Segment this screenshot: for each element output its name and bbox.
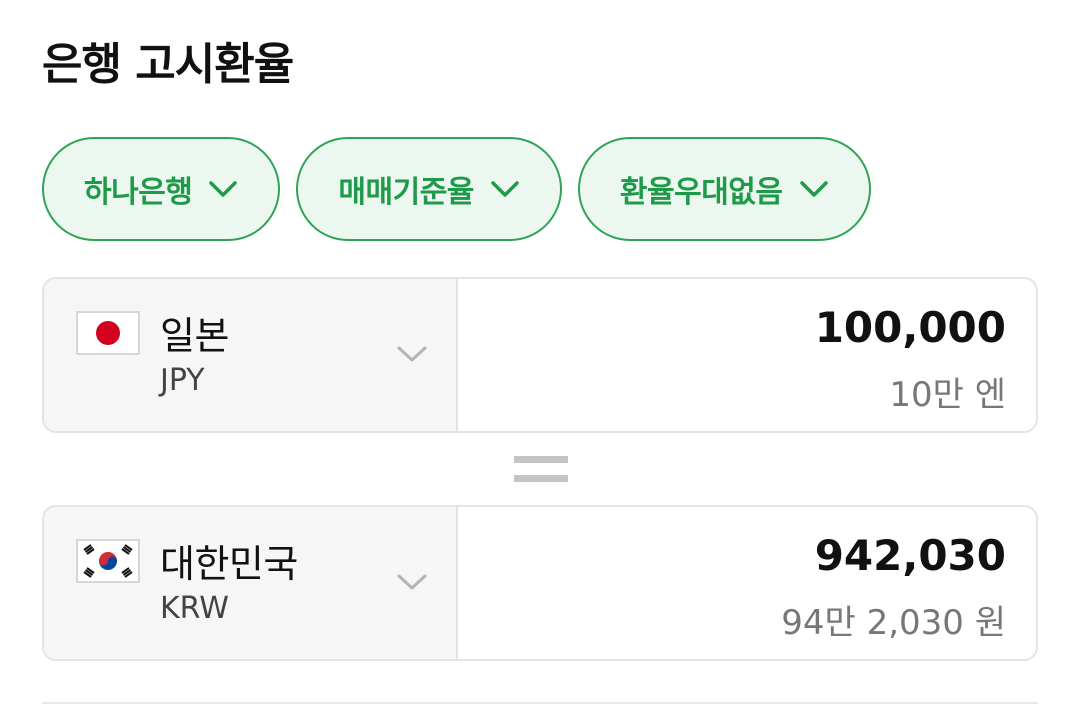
equals-icon [514,456,568,484]
filter-bar: 하나은행 매매기준율 환율우대없음 [42,137,871,241]
japan-flag-icon [76,311,140,355]
bank-filter-label: 하나은행 [84,175,193,210]
from-currency-card: 일본 JPY 100,000 10만 엔 [42,277,1038,433]
page-title: 은행 고시환율 [42,39,294,90]
from-country-name: 일본 [160,314,229,358]
from-currency-selector[interactable]: 일본 JPY [44,279,458,431]
bank-filter-chip[interactable]: 하나은행 [42,137,281,241]
from-amount-words: 10만 엔 [889,375,1006,415]
preference-filter-chip[interactable]: 환율우대없음 [577,137,871,241]
to-amount-value: 942,030 [814,531,1006,580]
korea-flag-icon [76,539,140,583]
to-country-name: 대한민국 [160,542,298,586]
from-currency-code: JPY [160,363,205,398]
from-amount-value: 100,000 [814,303,1006,352]
exchange-rate-page: 은행 고시환율 하나은행 매매기준율 환율우대없음 일본 JPY 100,000… [0,0,1080,706]
section-divider [42,702,1038,704]
to-amount-input[interactable]: 942,030 94만 2,030 원 [458,507,1036,659]
to-amount-words: 94만 2,030 원 [781,603,1006,643]
rate-type-filter-chip[interactable]: 매매기준율 [296,137,562,241]
rate-type-filter-label: 매매기준율 [338,175,474,210]
to-currency-code: KRW [160,591,229,626]
to-currency-selector[interactable]: 대한민국 KRW [44,507,458,659]
chevron-down-icon [799,181,828,197]
chevron-down-icon [209,181,238,197]
preference-filter-label: 환율우대없음 [619,175,783,210]
chevron-down-icon [397,346,427,362]
from-amount-input[interactable]: 100,000 10만 엔 [458,279,1036,431]
chevron-down-icon [491,181,519,197]
to-currency-card: 대한민국 KRW 942,030 94만 2,030 원 [42,505,1038,661]
chevron-down-icon [397,574,427,590]
